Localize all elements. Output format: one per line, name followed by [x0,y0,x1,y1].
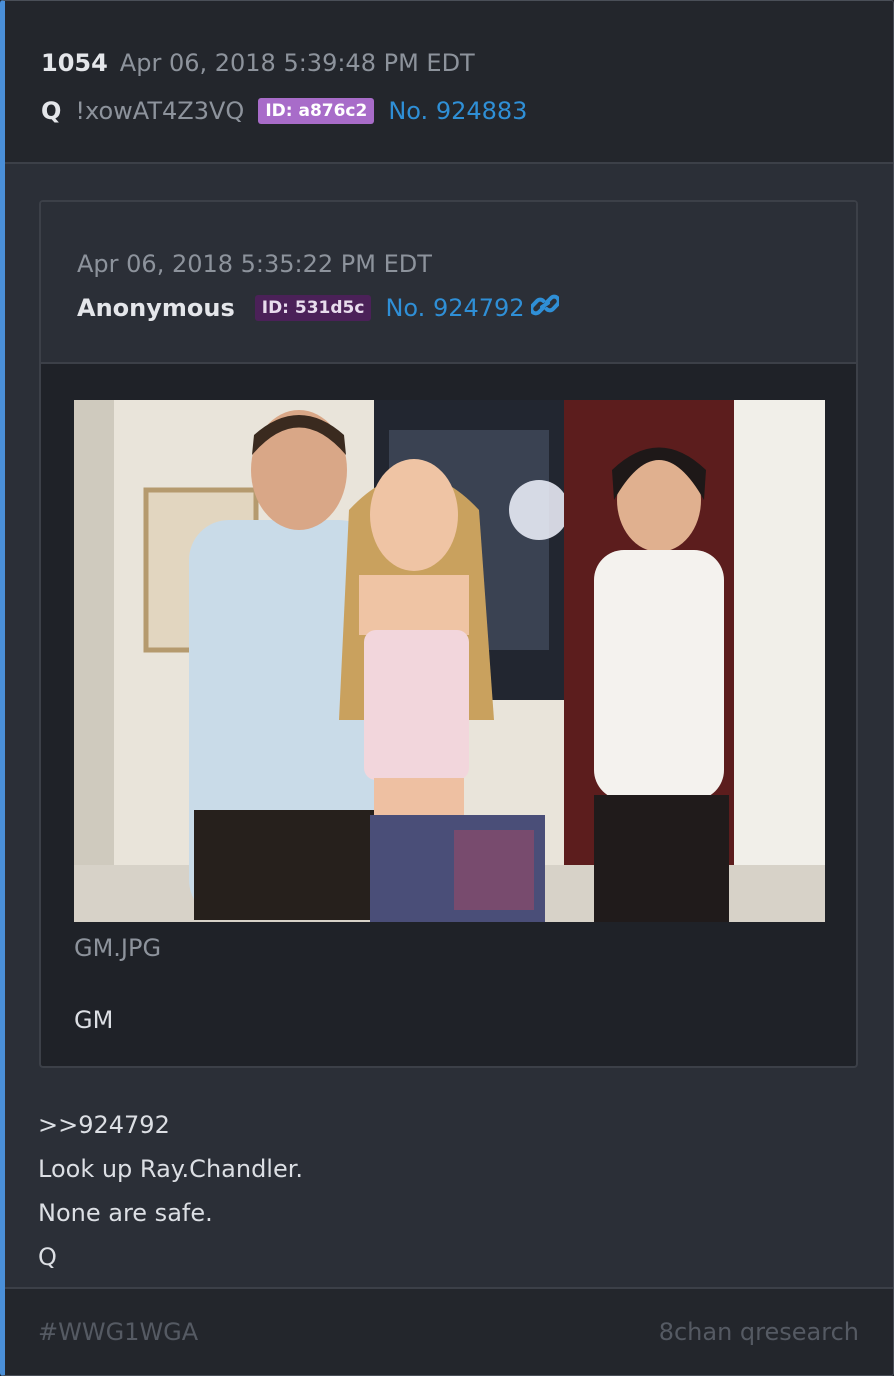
post-id-badge: ID: a876c2 [258,98,375,124]
post-date: Apr 06, 2018 5:39:48 PM EDT [119,49,475,77]
chain-link-icon[interactable] [528,292,561,324]
post-card: 1054 Apr 06, 2018 5:39:48 PM EDT Q !xowA… [0,0,894,1376]
post-number-link[interactable]: No. 924883 [388,97,527,125]
post-number: 1054 [41,49,108,77]
footer-source: 8chan qresearch [658,1318,859,1346]
post-meta-row: 1054 Apr 06, 2018 5:39:48 PM EDT [41,45,893,81]
quoted-post-link[interactable]: No. 924792 [385,294,524,322]
quoted-post-author: Anonymous [77,294,235,322]
quoted-post-header: Apr 06, 2018 5:35:22 PM EDT Anonymous ID… [41,202,856,364]
post-footer: #WWG1WGA 8chan qresearch [5,1287,893,1375]
post-tripcode: !xowAT4Z3VQ [75,97,245,125]
post-author: Q [41,97,62,125]
quoted-post-id-badge: ID: 531d5c [254,295,372,321]
attached-photo[interactable] [74,400,825,922]
quoted-post: Apr 06, 2018 5:35:22 PM EDT Anonymous ID… [39,200,858,1068]
attached-filename[interactable]: GM.JPG [74,934,161,962]
attached-photo-image [74,400,825,922]
post-author-row: Q !xowAT4Z3VQ ID: a876c2 No. 924883 [41,89,893,133]
quoted-post-text: GM [74,1006,114,1034]
body-line: Look up Ray.Chandler. [38,1155,304,1183]
quoted-post-date: Apr 06, 2018 5:35:22 PM EDT [77,250,432,278]
post-header: 1054 Apr 06, 2018 5:39:48 PM EDT Q !xowA… [5,1,893,164]
footer-hashtag: #WWG1WGA [38,1318,199,1346]
post-body: >>924792 Look up Ray.Chandler. None are … [38,1103,303,1279]
reply-reference-link[interactable]: >>924792 [38,1103,303,1147]
body-line: Q [38,1243,57,1271]
body-line: None are safe. [38,1199,213,1227]
quoted-author-row: Anonymous ID: 531d5c No. 924792 [77,288,856,328]
